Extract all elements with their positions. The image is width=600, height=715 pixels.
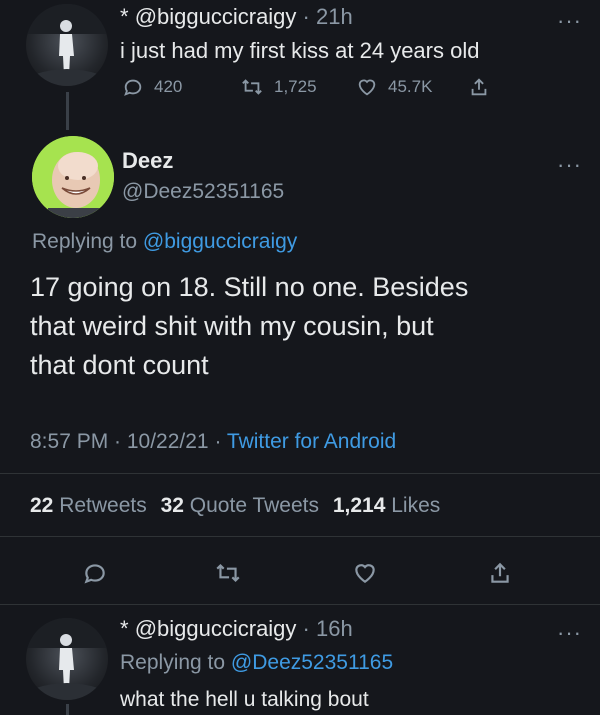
avatar-deez[interactable] xyxy=(32,136,114,218)
share-icon xyxy=(471,78,487,96)
like-icon xyxy=(358,79,376,96)
divider xyxy=(0,604,600,605)
handle[interactable]: @bigguccicraigy xyxy=(135,4,297,29)
more-icon[interactable]: ··· xyxy=(557,622,582,644)
replying-to: Replying to @bigguccicraigy xyxy=(32,230,297,254)
retweets-label: Retweets xyxy=(59,494,147,517)
timestamp[interactable]: · 21h xyxy=(303,4,353,29)
share-icon xyxy=(491,562,509,583)
source-client[interactable]: Twitter for Android xyxy=(227,430,396,453)
timestamp-line: 8:57 PM · 10/22/21 · Twitter for Android xyxy=(30,430,396,454)
divider xyxy=(0,536,600,537)
star-mark: * xyxy=(120,616,129,641)
handle[interactable]: @bigguccicraigy xyxy=(135,616,297,641)
retweets-stat[interactable]: 22 Retweets xyxy=(30,494,153,517)
user-handle[interactable]: @Deez52351165 xyxy=(122,180,284,204)
avatar-figure xyxy=(26,618,108,700)
reply-tweet-header: * @bigguccicraigy · 16h xyxy=(120,616,353,642)
thread-line xyxy=(66,704,69,715)
like-button[interactable] xyxy=(352,560,378,586)
avatar[interactable] xyxy=(26,4,108,86)
reply-icon xyxy=(124,79,142,96)
thread-line xyxy=(66,92,69,130)
quotes-label: Quote Tweets xyxy=(189,494,319,517)
retweet-action[interactable]: 1,725 xyxy=(240,76,317,98)
replying-handle[interactable]: @Deez52351165 xyxy=(231,651,393,674)
display-name[interactable]: Deez xyxy=(122,148,173,174)
tweet-text: i just had my first kiss at 24 years old xyxy=(120,38,480,63)
stats-bar: 22 Retweets 32 Quote Tweets 1,214 Likes xyxy=(30,494,440,518)
reply-icon xyxy=(84,564,105,584)
reply-action[interactable]: 420 xyxy=(122,76,182,98)
timestamp[interactable]: · 16h xyxy=(303,616,353,641)
likes-count: 1,214 xyxy=(332,494,386,517)
like-action[interactable]: 45.7K xyxy=(356,76,432,98)
main-tweet-text: 17 going on 18. Still no one. Besides th… xyxy=(30,268,468,385)
avatar-figure xyxy=(26,4,108,86)
like-icon xyxy=(355,564,375,583)
text-line: that weird shit with my cousin, but xyxy=(30,311,434,341)
replying-handle[interactable]: @bigguccicraigy xyxy=(143,230,297,253)
replying-prefix: Replying to xyxy=(120,651,226,674)
avatar-face xyxy=(32,136,114,218)
star-mark: * xyxy=(120,4,129,29)
replying-to: Replying to @Deez52351165 xyxy=(120,651,393,675)
text-line: that dont count xyxy=(30,350,209,380)
quotes-stat[interactable]: 32 Quote Tweets xyxy=(161,494,325,517)
avatar[interactable] xyxy=(26,618,108,700)
likes-label: Likes xyxy=(391,494,441,517)
divider xyxy=(0,473,600,474)
more-icon[interactable]: ··· xyxy=(557,10,582,32)
retweet-icon xyxy=(216,563,240,583)
share-action[interactable] xyxy=(468,76,490,98)
share-button[interactable] xyxy=(487,560,513,586)
retweet-button[interactable] xyxy=(214,560,242,586)
timestamp[interactable]: 8:57 PM · 10/22/21 · xyxy=(30,430,221,453)
tweet-1-header: * @bigguccicraigy · 21h xyxy=(120,4,353,30)
text-line: 17 going on 18. Still no one. Besides xyxy=(30,272,469,302)
replying-prefix: Replying to xyxy=(32,230,138,253)
quotes-count: 32 xyxy=(160,494,184,517)
tweet-text: what the hell u talking bout xyxy=(120,688,369,711)
retweets-count: 22 xyxy=(30,494,54,517)
likes-stat[interactable]: 1,214 Likes xyxy=(333,494,440,517)
reply-count: 420 xyxy=(154,77,183,96)
retweet-icon xyxy=(242,79,262,95)
reply-button[interactable] xyxy=(82,560,108,586)
more-icon[interactable]: ··· xyxy=(557,154,582,176)
like-count: 45.7K xyxy=(388,77,433,96)
retweet-count: 1,725 xyxy=(274,77,317,96)
